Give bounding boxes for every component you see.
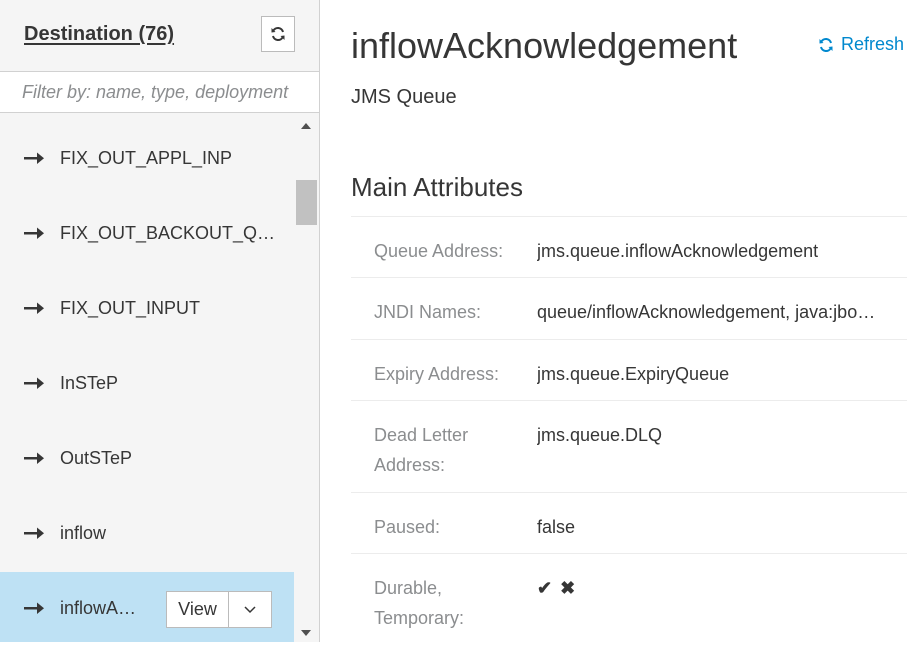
- chevron-down-icon: [244, 605, 256, 613]
- attribute-row-durable-temporary: Durable, Temporary: ✔ ✖: [351, 554, 907, 646]
- attribute-value: jms.queue.ExpiryQueue: [537, 364, 730, 384]
- arrow-right-icon: [24, 302, 44, 314]
- list-item[interactable]: FIX_OUT_APPL_INP: [0, 122, 294, 197]
- list-item[interactable]: FIX_OUT_BACKOUT_QUEUE: [0, 197, 294, 272]
- arrow-right-icon: [24, 227, 44, 239]
- list-item[interactable]: inflow: [0, 497, 294, 572]
- list-item-label: FIX_OUT_INPUT: [60, 298, 201, 318]
- attribute-value: false: [537, 517, 576, 537]
- attribute-row-dead-letter-address: Dead Letter Address: jms.queue.DLQ: [351, 401, 907, 493]
- refresh-list-button[interactable]: [261, 16, 295, 52]
- sidebar-header: Destination (76): [0, 0, 319, 72]
- refresh-label: Refresh: [841, 34, 905, 54]
- page-title: inflowAcknowledgement: [351, 25, 738, 66]
- attribute-key: Paused:: [374, 517, 441, 537]
- list-item-label: FIX_OUT_BACKOUT_QUEUE: [60, 223, 276, 243]
- scrollbar[interactable]: [294, 113, 319, 642]
- refresh-icon: [271, 26, 285, 42]
- sidebar: Destination (76) FIX_OUT_APPL_INPFIX_OUT…: [0, 0, 320, 642]
- scrollbar-thumb[interactable]: [296, 180, 317, 225]
- refresh-link[interactable]: Refresh: [818, 34, 904, 55]
- list-item-label: InSTeP: [60, 373, 119, 393]
- attribute-row-queue-address: Queue Address: jms.queue.inflowAcknowled…: [351, 217, 907, 278]
- arrow-right-icon: [24, 602, 44, 614]
- scroll-up-arrow-icon[interactable]: [300, 122, 312, 130]
- list-item-label: inflow: [60, 523, 107, 543]
- arrow-right-icon: [24, 452, 44, 464]
- attribute-key: Expiry Address:: [374, 364, 500, 384]
- attribute-value: queue/inflowAcknowledgement, java:jboss/…: [537, 302, 881, 322]
- view-dropdown-toggle[interactable]: [229, 592, 271, 627]
- arrow-right-icon: [24, 152, 44, 164]
- list-item-label: inflowAcknowledgement: [60, 598, 140, 618]
- sidebar-title[interactable]: Destination (76): [24, 23, 174, 46]
- attribute-row-jndi-names: JNDI Names: queue/inflowAcknowledgement,…: [351, 278, 907, 340]
- list-item-label: OutSTeP: [60, 448, 133, 468]
- temporary-cross-icon: ✖: [560, 578, 576, 598]
- attribute-key: Durable, Temporary:: [374, 578, 465, 628]
- attribute-key: Queue Address:: [374, 241, 504, 261]
- attributes-table: Queue Address: jms.queue.inflowAcknowled…: [351, 216, 907, 646]
- list-item[interactable]: FIX_OUT_INPUT: [0, 272, 294, 347]
- attribute-row-paused: Paused: false: [351, 493, 907, 554]
- attribute-value: ✔ ✖: [537, 573, 583, 603]
- view-button-group: View: [166, 591, 272, 628]
- list-item[interactable]: OutSTeP: [0, 422, 294, 497]
- attribute-value: jms.queue.DLQ: [537, 425, 663, 445]
- list-item[interactable]: InSTeP: [0, 347, 294, 422]
- arrow-right-icon: [24, 527, 44, 539]
- attribute-key: JNDI Names:: [374, 302, 482, 322]
- page-subtitle: JMS Queue: [351, 86, 457, 108]
- attribute-row-expiry-address: Expiry Address: jms.queue.ExpiryQueue: [351, 340, 907, 401]
- arrow-right-icon: [24, 377, 44, 389]
- filter-container: [0, 72, 319, 113]
- durable-check-icon: ✔: [537, 578, 553, 598]
- attribute-value: jms.queue.inflowAcknowledgement: [537, 241, 819, 261]
- filter-input[interactable]: [0, 72, 319, 112]
- view-button[interactable]: View: [167, 592, 229, 627]
- section-title: Main Attributes: [351, 172, 523, 202]
- list-item[interactable]: inflowAcknowledgement View: [0, 572, 294, 642]
- attribute-key: Dead Letter Address:: [374, 425, 469, 475]
- scroll-down-arrow-icon[interactable]: [300, 629, 312, 637]
- list-item-label: FIX_OUT_APPL_INP: [60, 148, 233, 168]
- refresh-icon: [819, 37, 833, 52]
- main-panel: inflowAcknowledgement Refresh JMS Queue …: [321, 0, 911, 646]
- destination-list: FIX_OUT_APPL_INP FIX_OUT_BACKOUT_QUEUE FIX…: [0, 113, 294, 642]
